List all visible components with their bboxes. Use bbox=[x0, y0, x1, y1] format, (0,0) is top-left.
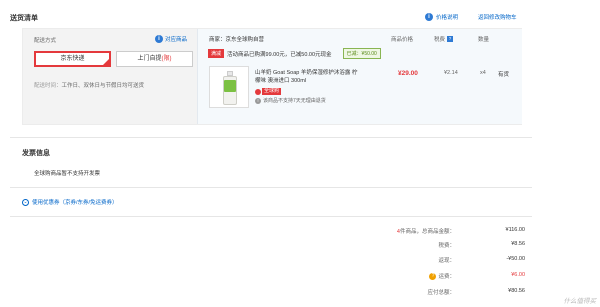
section-divider bbox=[10, 216, 532, 217]
bottle-icon bbox=[223, 71, 237, 105]
shipping-panel: 配送方式 i 对应商品 京东快递 上门自提(限) 配送时间：工作日、双休日与节假… bbox=[22, 28, 522, 125]
summary-tax-label: 税费： bbox=[438, 243, 455, 249]
product-name-link[interactable]: 山羊奶 Goat Soap 羊奶保湿修护沐浴露 柠檬味 澳洲进口 300ml bbox=[255, 69, 358, 85]
column-header-price: 商品价格 bbox=[391, 37, 414, 43]
global-icon bbox=[255, 88, 261, 95]
delivery-option-jd-express[interactable]: 京东快递 bbox=[34, 51, 111, 67]
summary-total-label: 应付总额： bbox=[427, 290, 455, 296]
delivery-option-label: 上门自提 bbox=[137, 56, 162, 62]
expand-icon: ⌄ bbox=[22, 198, 29, 206]
summary-row-tax: 税费： ¥8.56 bbox=[300, 241, 525, 251]
invoice-note: 全球购商品暂不支持开发票 bbox=[34, 171, 101, 177]
column-header-tax-label: 税费 bbox=[434, 37, 446, 43]
delivery-option-label: 京东快递 bbox=[60, 56, 85, 62]
use-coupon-toggle[interactable]: ⌄ 使用优惠券（京券/东券/免运费券） bbox=[22, 198, 118, 206]
promo-row: 满减 活动商品已购满99.00元，已减50.00元现金 已减：¥50.00 bbox=[208, 48, 381, 59]
summary-shipping-value: ¥6.00 bbox=[511, 272, 525, 278]
back-to-cart-link[interactable]: 返回修改购物车 bbox=[478, 13, 517, 21]
product-tax: ¥2.14 bbox=[444, 70, 458, 76]
column-header-tax: 税费 ? bbox=[434, 35, 454, 43]
tax-help-icon[interactable]: ? bbox=[447, 36, 454, 42]
promo-text: 活动商品已购满99.00元，已减50.00元现金 bbox=[227, 51, 332, 58]
product-qty: x4 bbox=[480, 70, 486, 76]
product-price: ¥29.00 bbox=[398, 70, 418, 77]
summary-subtotal-value: ¥116.00 bbox=[505, 227, 525, 233]
summary-row-discount: 返现： -¥50.00 bbox=[300, 256, 525, 266]
delivery-time-label: 配送时间： bbox=[34, 83, 62, 89]
section-divider bbox=[10, 187, 532, 188]
summary-row-subtotal: 4件商品，总商品金额： ¥116.00 bbox=[300, 227, 525, 237]
item-count-label: 件商品，总商品金额： bbox=[399, 229, 455, 235]
warning-icon: ! bbox=[255, 97, 261, 104]
return-note-text: 该商品不支持7天无理由退货 bbox=[263, 98, 326, 104]
delivery-method-label: 配送方式 bbox=[34, 38, 57, 44]
global-purchase-tag: 全球购 bbox=[255, 88, 282, 95]
global-tag-label: 全球购 bbox=[262, 88, 282, 95]
order-items-section: 商家：京东全球购自营 商品价格 税费 ? 数量 满减 活动商品已购满99.00元… bbox=[197, 29, 522, 124]
summary-tax-value: ¥8.56 bbox=[511, 241, 525, 247]
summary-subtotal-label: 4件商品，总商品金额： bbox=[397, 227, 455, 235]
price-help-label: 价格说明 bbox=[436, 15, 459, 21]
stock-status: 有货 bbox=[498, 72, 510, 78]
watermark: 什么值得买 bbox=[563, 298, 597, 305]
summary-total-value: ¥80.56 bbox=[508, 288, 525, 294]
summary-discount-label: 返现： bbox=[438, 258, 455, 264]
summary-row-total: 应付总额： ¥80.56 bbox=[300, 288, 525, 298]
supported-products-label: 对应商品 bbox=[165, 37, 188, 43]
store-name: 商家：京东全球购自营 bbox=[209, 37, 265, 43]
section-title-invoice: 发票信息 bbox=[22, 150, 50, 157]
coupon-label: 使用优惠券（京券/东券/免运费券） bbox=[32, 200, 118, 206]
section-title-delivery-list: 送货清单 bbox=[10, 15, 38, 22]
supported-products-link[interactable]: i 对应商品 bbox=[155, 35, 187, 43]
summary-discount-value: -¥50.00 bbox=[506, 256, 525, 262]
delivery-option-extra: (限) bbox=[161, 56, 172, 62]
info-icon: i bbox=[155, 35, 163, 43]
shipping-help-icon[interactable]: ? bbox=[429, 273, 437, 281]
delivery-time: 配送时间：工作日、双休日与节假日均可送货 bbox=[34, 81, 144, 89]
info-icon: i bbox=[425, 13, 433, 21]
promo-tag: 满减 bbox=[208, 49, 225, 58]
delivery-section: 配送方式 i 对应商品 京东快递 上门自提(限) 配送时间：工作日、双休日与节假… bbox=[23, 29, 196, 124]
summary-row-shipping: ? 运费： ¥6.00 bbox=[300, 272, 525, 282]
delivery-time-value: 工作日、双休日与节假日均可送货 bbox=[61, 83, 145, 89]
summary-shipping-label: ? 运费： bbox=[429, 272, 455, 281]
return-policy-note: ! 该商品不支持7天无理由退货 bbox=[255, 97, 326, 104]
section-divider bbox=[10, 137, 532, 138]
shipping-label-text: 运费： bbox=[438, 274, 455, 280]
delivery-option-self-pickup[interactable]: 上门自提(限) bbox=[116, 51, 193, 67]
price-help-link[interactable]: i 价格说明 bbox=[425, 13, 458, 21]
column-header-qty: 数量 bbox=[478, 37, 490, 43]
product-image[interactable] bbox=[209, 66, 249, 108]
promo-saved-badge: 已减：¥50.00 bbox=[342, 48, 381, 59]
